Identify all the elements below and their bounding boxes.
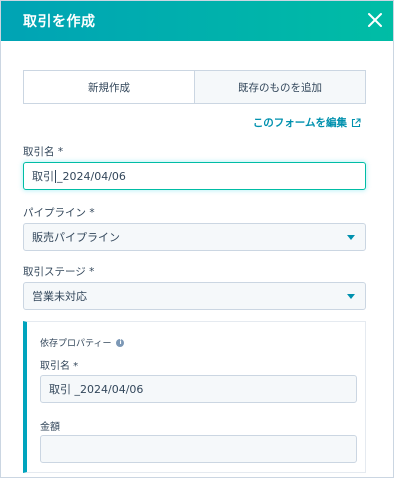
info-icon[interactable]: i: [116, 338, 125, 347]
deal-name-label: 取引名 *: [23, 146, 64, 158]
dependent-properties-title: 依存プロパティー i: [40, 336, 125, 349]
amount-input[interactable]: [40, 435, 357, 463]
pipeline-select[interactable]: 販売パイプライン: [23, 223, 366, 251]
deal-stage-value: 営業未対応: [32, 290, 87, 303]
deal-name-value-end: _2024/04/06: [57, 169, 126, 183]
panel-title: 取引を作成: [23, 14, 96, 30]
tab-create-new[interactable]: 新規作成: [24, 71, 194, 103]
create-deal-panel: 取引を作成 新規作成 既存のものを追加 このフォームを編集 取引名 * 取引 _2…: [0, 0, 394, 478]
pipeline-value: 販売パイプライン: [32, 231, 120, 244]
close-icon: [368, 13, 382, 27]
edit-form-link-label: このフォームを編集: [252, 117, 347, 129]
deal-name-value-start: 取引: [32, 170, 54, 183]
dependent-deal-name-value: 取引 _2024/04/06: [49, 383, 144, 396]
text-caret: [55, 169, 56, 183]
tab-add-existing[interactable]: 既存のものを追加: [194, 71, 365, 103]
close-button[interactable]: [361, 6, 389, 34]
external-link-icon: [351, 117, 361, 127]
deal-stage-label: 取引ステージ *: [23, 266, 95, 278]
deal-name-input[interactable]: 取引 _2024/04/06: [23, 162, 366, 190]
edit-form-link[interactable]: このフォームを編集: [253, 115, 361, 130]
dependent-properties-box: 依存プロパティー i 取引名 * 取引 _2024/04/06 金額: [23, 321, 366, 473]
pipeline-label: パイプライン *: [23, 207, 95, 219]
mode-tabs: 新規作成 既存のものを追加: [23, 70, 366, 104]
chevron-down-icon: [347, 235, 355, 240]
amount-label: 金額: [40, 422, 60, 433]
chevron-down-icon: [347, 294, 355, 299]
panel-header: 取引を作成: [1, 1, 393, 41]
dependent-deal-name-input[interactable]: 取引 _2024/04/06: [40, 375, 357, 403]
deal-stage-select[interactable]: 営業未対応: [23, 282, 366, 310]
dependent-properties-title-text: 依存プロパティー: [40, 339, 112, 349]
dependent-deal-name-label: 取引名 *: [40, 361, 79, 372]
